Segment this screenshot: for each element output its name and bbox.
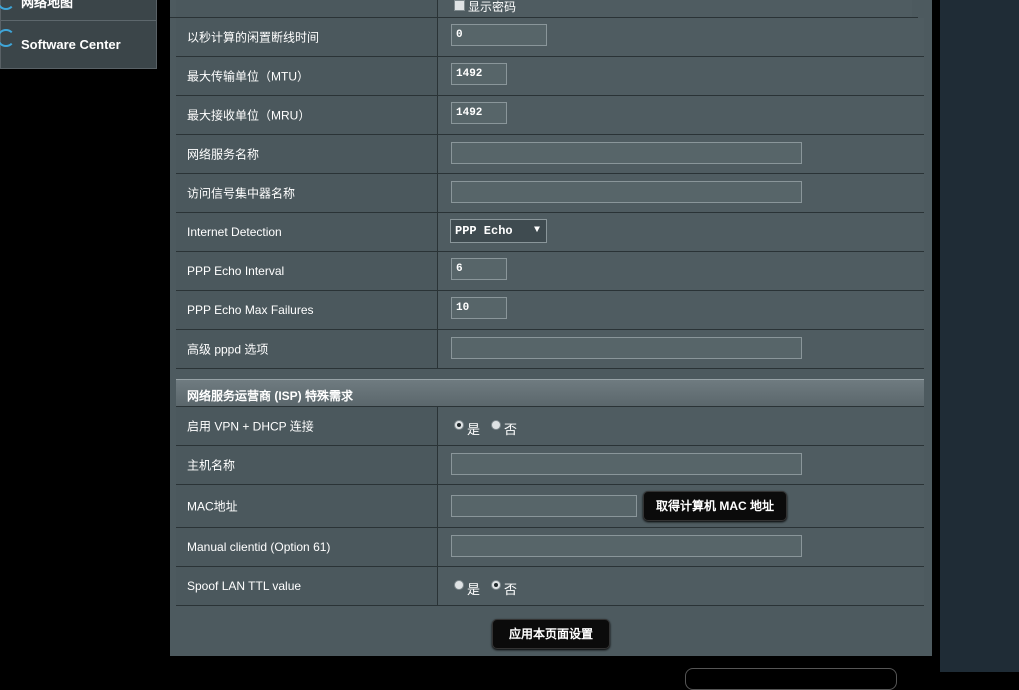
- row-label: PPP Echo Interval: [176, 252, 438, 290]
- show-password-checkbox[interactable]: [454, 0, 465, 11]
- table-row: Internet Detection PPP Echo ▼: [176, 213, 924, 252]
- row-label: 以秒计算的闲置断线时间: [176, 18, 438, 56]
- echo-max-failures-label: PPP Echo Max Failures: [187, 303, 314, 317]
- internet-detection-label: Internet Detection: [187, 225, 282, 239]
- row-label: 网络服务名称: [176, 135, 438, 173]
- table-row: 启用 VPN + DHCP 连接 是 否: [176, 407, 924, 446]
- row-value: [438, 135, 924, 173]
- isp-section-title: 网络服务运营商 (ISP) 特殊需求: [187, 389, 354, 403]
- ac-name-label: 访问信号集中器名称: [187, 186, 296, 201]
- dropdown-arrow-icon: ▼: [533, 225, 540, 236]
- row-label: 访问信号集中器名称: [176, 174, 438, 212]
- sidebar-item-label: 网络地图: [21, 0, 74, 10]
- clientid-input[interactable]: [451, 535, 802, 557]
- mac-address-label: MAC地址: [187, 499, 238, 514]
- row-label: MAC地址: [176, 485, 438, 527]
- vpn-dhcp-yes-radio[interactable]: [454, 420, 464, 430]
- internet-detection-value: PPP Echo: [455, 224, 513, 238]
- table-row: 最大接收单位（MRU） 1492: [176, 96, 924, 135]
- spoof-ttl-no-radio[interactable]: [491, 580, 501, 590]
- idle-time-label: 以秒计算的闲置断线时间: [187, 30, 320, 45]
- row-value: 6: [438, 252, 924, 290]
- service-name-label: 网络服务名称: [187, 147, 260, 162]
- spoof-ttl-yes-radio[interactable]: [454, 580, 464, 590]
- password-row: 显示密码: [170, 0, 918, 18]
- vpn-dhcp-no-label: 否: [504, 422, 518, 437]
- echo-interval-label: PPP Echo Interval: [187, 264, 285, 278]
- row-label: 启用 VPN + DHCP 连接: [176, 407, 438, 445]
- row-value: PPP Echo ▼: [438, 213, 924, 251]
- row-label: Spoof LAN TTL value: [176, 567, 438, 605]
- row-value: 是 否: [438, 407, 924, 445]
- table-row: 最大传输单位（MTU） 1492: [176, 57, 924, 96]
- internet-detection-select[interactable]: PPP Echo ▼: [450, 219, 547, 243]
- row-label: 最大传输单位（MTU）: [176, 57, 438, 95]
- hostname-input[interactable]: [451, 453, 802, 475]
- pppd-options-input[interactable]: [451, 337, 802, 359]
- table-row: Manual clientid (Option 61): [176, 528, 924, 567]
- settings-panel: 显示密码 以秒计算的闲置断线时间 0 最大传输单位（MTU） 1492 最大接收…: [170, 0, 932, 656]
- table-row: Spoof LAN TTL value 是 否: [176, 567, 924, 606]
- clientid-label: Manual clientid (Option 61): [187, 540, 331, 554]
- sidebar: 网络地图 Software Center: [0, 0, 157, 69]
- mru-label: 最大接收单位（MRU）: [187, 108, 311, 123]
- spoof-ttl-no-label: 否: [504, 582, 518, 597]
- row-value: 显示密码: [438, 0, 912, 17]
- mtu-input[interactable]: 1492: [451, 63, 507, 85]
- vpn-dhcp-label: 启用 VPN + DHCP 连接: [187, 419, 314, 434]
- table-row: PPP Echo Interval 6: [176, 252, 924, 291]
- row-value: 10: [438, 291, 924, 329]
- echo-max-failures-input[interactable]: 10: [451, 297, 507, 319]
- table-row: MAC地址 取得计算机 MAC 地址: [176, 485, 924, 528]
- row-label: Manual clientid (Option 61): [176, 528, 438, 566]
- table-row: PPP Echo Max Failures 10: [176, 291, 924, 330]
- spoof-ttl-yes-label: 是: [467, 582, 481, 597]
- sidebar-item-network-map[interactable]: 网络地图: [0, 0, 156, 21]
- isp-section-header: 网络服务运营商 (ISP) 特殊需求: [176, 379, 924, 407]
- echo-interval-input[interactable]: 6: [451, 258, 507, 280]
- table-row: 网络服务名称: [176, 135, 924, 174]
- network-map-icon: [0, 0, 15, 10]
- row-label: 最大接收单位（MRU）: [176, 96, 438, 134]
- row-label: PPP Echo Max Failures: [176, 291, 438, 329]
- apply-button[interactable]: 应用本页面设置: [492, 619, 610, 649]
- row-value: [438, 174, 924, 212]
- row-value: [438, 446, 924, 484]
- spoof-ttl-label: Spoof LAN TTL value: [187, 579, 302, 593]
- pppd-options-label: 高级 pppd 选项: [187, 342, 269, 357]
- table-row: 以秒计算的闲置断线时间 0: [176, 18, 924, 57]
- page-background-right: [685, 0, 1019, 690]
- row-value: 0: [438, 18, 924, 56]
- row-label: 高级 pppd 选项: [176, 330, 438, 368]
- show-password-label: 显示密码: [468, 0, 517, 14]
- sidebar-item-label: Software Center: [21, 37, 121, 52]
- sidebar-item-software-center[interactable]: Software Center: [0, 21, 156, 61]
- mtu-label: 最大传输单位（MTU）: [187, 69, 309, 84]
- mru-input[interactable]: 1492: [451, 102, 507, 124]
- hostname-label: 主机名称: [187, 458, 236, 473]
- footer-decoration: [685, 668, 897, 690]
- mac-address-input[interactable]: [451, 495, 637, 517]
- vpn-dhcp-yes-label: 是: [467, 422, 481, 437]
- row-label: [176, 0, 438, 17]
- row-value: [438, 528, 924, 566]
- row-value: 是 否: [438, 567, 924, 605]
- service-name-input[interactable]: [451, 142, 802, 164]
- idle-time-input[interactable]: 0: [451, 24, 547, 46]
- table-row: 主机名称: [176, 446, 924, 485]
- software-center-icon: [0, 29, 15, 47]
- row-value: 取得计算机 MAC 地址: [438, 485, 924, 527]
- row-value: 1492: [438, 57, 924, 95]
- ac-name-input[interactable]: [451, 181, 802, 203]
- row-label: Internet Detection: [176, 213, 438, 251]
- vpn-dhcp-no-radio[interactable]: [491, 420, 501, 430]
- row-value: 1492: [438, 96, 924, 134]
- table-row: 高级 pppd 选项: [176, 330, 924, 369]
- table-row: 访问信号集中器名称: [176, 174, 924, 213]
- row-value: [438, 330, 924, 368]
- clone-mac-button[interactable]: 取得计算机 MAC 地址: [643, 491, 787, 521]
- row-label: 主机名称: [176, 446, 438, 484]
